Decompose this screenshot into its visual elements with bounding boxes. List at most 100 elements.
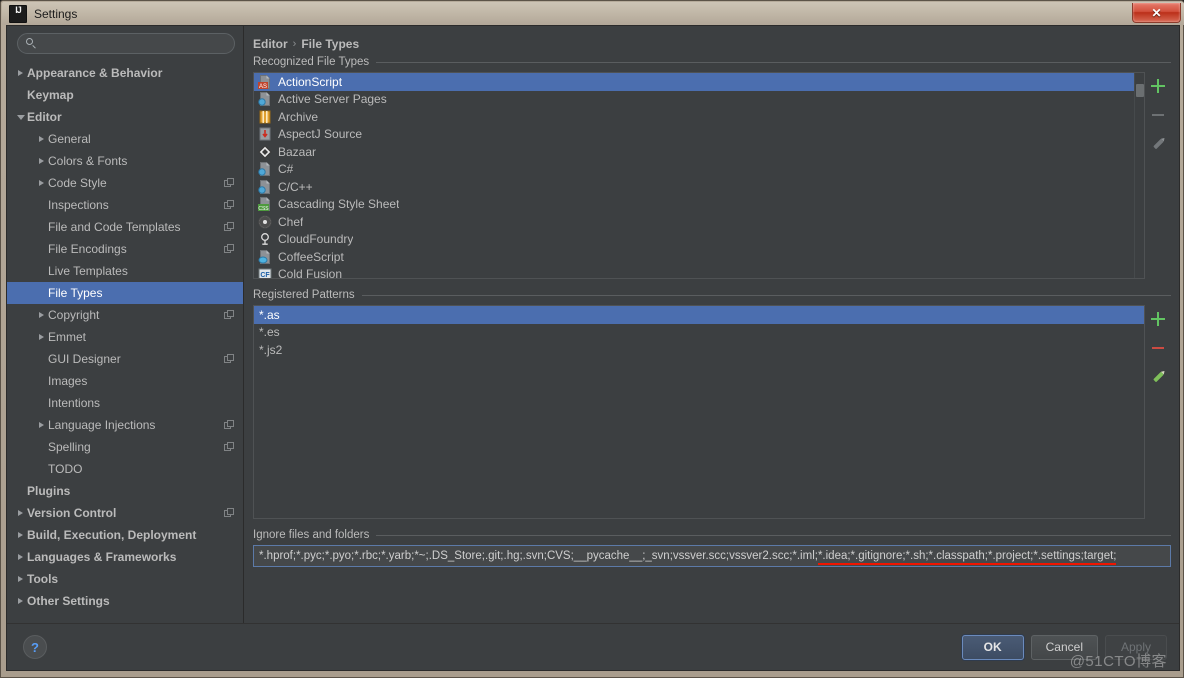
sidebar-item-build-execution-deployment[interactable]: Build, Execution, Deployment bbox=[7, 524, 243, 546]
project-scope-icon bbox=[224, 507, 235, 519]
chevron-right-icon[interactable] bbox=[35, 158, 48, 164]
chevron-right-icon[interactable] bbox=[14, 70, 27, 76]
chevron-right-icon[interactable] bbox=[35, 334, 48, 340]
sidebar-item-todo[interactable]: TODO bbox=[7, 458, 243, 480]
remove-pattern-button[interactable] bbox=[1150, 340, 1166, 356]
edit-file-type-button[interactable] bbox=[1150, 136, 1166, 152]
ignore-highlight-underline bbox=[818, 563, 1116, 565]
edit-pattern-button[interactable] bbox=[1150, 369, 1166, 385]
add-pattern-button[interactable] bbox=[1150, 311, 1166, 327]
sidebar-item-images[interactable]: Images bbox=[7, 370, 243, 392]
coffeescript-file-icon bbox=[258, 249, 272, 264]
sidebar-item-plugins[interactable]: Plugins bbox=[7, 480, 243, 502]
cancel-button[interactable]: Cancel bbox=[1030, 634, 1098, 660]
ignore-input[interactable]: *.hprof;*.pyc;*.pyo;*.rbc;*.yarb;*~;.DS_… bbox=[253, 545, 1171, 567]
settings-content-pane: Editor › File Types Recognized File Type… bbox=[244, 26, 1179, 623]
titlebar-left: Settings bbox=[2, 4, 77, 23]
breadcrumb-parent[interactable]: Editor bbox=[253, 37, 288, 51]
sidebar-item-file-types[interactable]: File Types bbox=[7, 282, 243, 304]
remove-file-type-button[interactable] bbox=[1150, 107, 1166, 123]
chevron-right-icon[interactable] bbox=[14, 554, 27, 560]
file-type-label: Cold Fusion bbox=[278, 267, 343, 279]
close-icon[interactable]: ✕ bbox=[1132, 3, 1181, 23]
sidebar-item-label: Editor bbox=[27, 110, 62, 124]
dialog-footer: ? OK Cancel Apply @51CTO博客 bbox=[7, 623, 1179, 670]
aspectj-file-icon bbox=[258, 127, 272, 141]
sidebar-item-keymap[interactable]: Keymap bbox=[7, 84, 243, 106]
sidebar-item-version-control[interactable]: Version Control bbox=[7, 502, 243, 524]
sidebar-item-language-injections[interactable]: Language Injections bbox=[7, 414, 243, 436]
pattern-row[interactable]: *.es bbox=[254, 324, 1144, 342]
chevron-down-icon[interactable] bbox=[14, 114, 27, 120]
file-type-row[interactable]: CF Cold Fusion bbox=[254, 266, 1144, 279]
chevron-right-icon[interactable] bbox=[14, 510, 27, 516]
chevron-right-icon[interactable] bbox=[14, 576, 27, 582]
chevron-right-icon[interactable] bbox=[35, 136, 48, 142]
sidebar-item-label: File Encodings bbox=[48, 242, 127, 256]
project-scope-icon bbox=[224, 243, 235, 255]
sidebar-item-languages-frameworks[interactable]: Languages & Frameworks bbox=[7, 546, 243, 568]
sidebar-item-label: File Types bbox=[48, 286, 103, 300]
ignore-label: Ignore files and folders bbox=[253, 529, 370, 541]
ok-button[interactable]: OK bbox=[961, 634, 1024, 660]
file-type-row[interactable]: Archive bbox=[254, 108, 1144, 126]
sidebar-item-tools[interactable]: Tools bbox=[7, 568, 243, 590]
file-types-scrollbar[interactable] bbox=[1134, 73, 1144, 278]
pattern-row[interactable]: *.js2 bbox=[254, 341, 1144, 359]
chevron-right-icon[interactable] bbox=[14, 532, 27, 538]
archive-file-icon bbox=[258, 110, 272, 124]
window-titlebar: Settings ✕ bbox=[2, 2, 1184, 25]
file-type-label: C/C++ bbox=[278, 179, 313, 194]
sidebar-item-editor[interactable]: Editor bbox=[7, 106, 243, 128]
sidebar-item-file-encodings[interactable]: File Encodings bbox=[7, 238, 243, 260]
sidebar-item-intentions[interactable]: Intentions bbox=[7, 392, 243, 414]
dialog-body: Appearance & Behavior Keymap Editor General… bbox=[7, 26, 1179, 623]
pattern-label: *.js2 bbox=[259, 342, 283, 357]
chevron-right-icon[interactable] bbox=[35, 312, 48, 318]
sidebar-item-other-settings[interactable]: Other Settings bbox=[7, 590, 243, 612]
pattern-row[interactable]: *.as bbox=[254, 306, 1144, 324]
help-icon[interactable]: ? bbox=[23, 635, 47, 659]
patterns-row: *.as *.es *.js2 bbox=[253, 305, 1171, 519]
file-type-row[interactable]: CloudFoundry bbox=[254, 231, 1144, 249]
chevron-right-icon[interactable] bbox=[35, 180, 48, 186]
chevron-right-icon[interactable] bbox=[14, 598, 27, 604]
file-type-row[interactable]: C# bbox=[254, 161, 1144, 179]
sidebar-item-copyright[interactable]: Copyright bbox=[7, 304, 243, 326]
file-type-row[interactable]: AspectJ Source bbox=[254, 126, 1144, 144]
sidebar-item-label: General bbox=[48, 132, 91, 146]
sidebar-item-inspections[interactable]: Inspections bbox=[7, 194, 243, 216]
sidebar-item-spelling[interactable]: Spelling bbox=[7, 436, 243, 458]
sidebar-item-appearance-behavior[interactable]: Appearance & Behavior bbox=[7, 62, 243, 84]
help-glyph: ? bbox=[31, 639, 39, 655]
file-type-row[interactable]: Bazaar bbox=[254, 143, 1144, 161]
add-file-type-button[interactable] bbox=[1150, 78, 1166, 94]
patterns-list[interactable]: *.as *.es *.js2 bbox=[253, 305, 1145, 519]
chevron-right-icon[interactable] bbox=[35, 422, 48, 428]
file-types-scrollbar-thumb[interactable] bbox=[1136, 84, 1144, 97]
file-type-row[interactable]: CoffeeScript bbox=[254, 248, 1144, 266]
project-scope-icon bbox=[224, 309, 235, 321]
sidebar-item-label: Languages & Frameworks bbox=[27, 550, 177, 564]
sidebar-item-emmet[interactable]: Emmet bbox=[7, 326, 243, 348]
ignore-title: Ignore files and folders bbox=[253, 529, 1171, 541]
file-type-row[interactable]: C/C++ bbox=[254, 178, 1144, 196]
file-types-list[interactable]: AS ActionScript Active Server Pages Archive… bbox=[253, 72, 1145, 279]
sidebar-item-colors-fonts[interactable]: Colors & Fonts bbox=[7, 150, 243, 172]
sidebar-item-label: Spelling bbox=[48, 440, 91, 454]
file-type-label: AspectJ Source bbox=[278, 127, 363, 142]
file-type-row[interactable]: AS ActionScript bbox=[254, 73, 1144, 91]
sidebar-item-label: Keymap bbox=[27, 88, 74, 102]
file-type-row[interactable]: CSS Cascading Style Sheet bbox=[254, 196, 1144, 214]
file-type-label: Chef bbox=[278, 214, 304, 229]
file-type-row[interactable]: Chef bbox=[254, 213, 1144, 231]
sidebar-item-general[interactable]: General bbox=[7, 128, 243, 150]
search-input[interactable] bbox=[43, 35, 226, 52]
file-type-row[interactable]: Active Server Pages bbox=[254, 91, 1144, 109]
search-box[interactable] bbox=[17, 33, 235, 54]
sidebar-item-live-templates[interactable]: Live Templates bbox=[7, 260, 243, 282]
sidebar-item-label: GUI Designer bbox=[48, 352, 121, 366]
sidebar-item-gui-designer[interactable]: GUI Designer bbox=[7, 348, 243, 370]
sidebar-item-code-style[interactable]: Code Style bbox=[7, 172, 243, 194]
sidebar-item-file-and-code-templates[interactable]: File and Code Templates bbox=[7, 216, 243, 238]
